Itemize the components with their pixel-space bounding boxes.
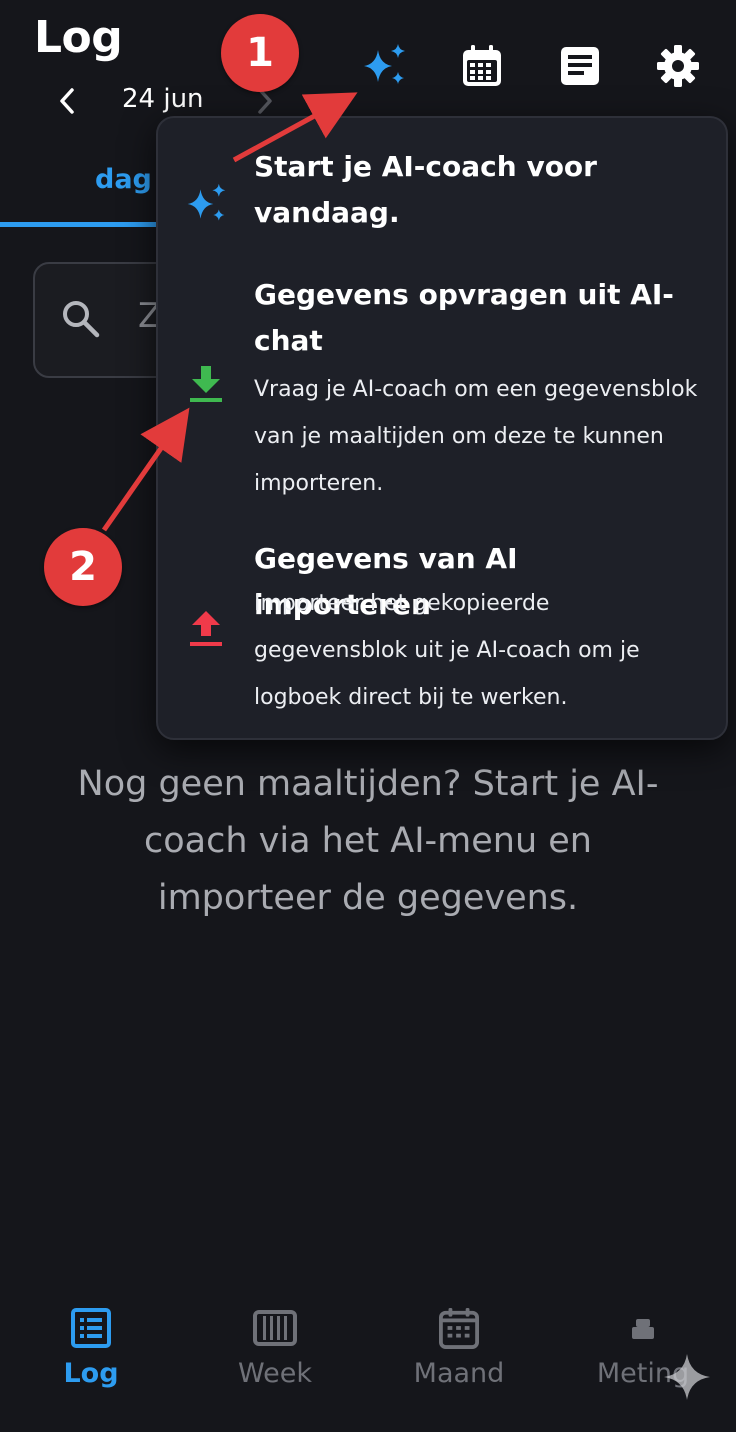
menu-item-start-ai-coach[interactable]: Start je AI-coach voor vandaag. xyxy=(158,138,726,248)
scale-icon xyxy=(621,1306,665,1350)
week-columns-icon xyxy=(253,1306,297,1350)
menu-item-description: Importeer het gekopieerde gegevensblok u… xyxy=(254,591,640,710)
bottom-nav-log[interactable]: Log xyxy=(16,1306,166,1389)
calendar-icon xyxy=(437,1306,481,1350)
menu-item-description: Vraag je AI-coach om een gegevensblok va… xyxy=(254,377,698,496)
menu-item-import-data[interactable]: Gegevens van AI importeren Importeer het… xyxy=(158,536,726,724)
current-date: 24 jun xyxy=(122,84,204,114)
page-title: Log xyxy=(34,12,123,63)
calendar-icon xyxy=(463,45,501,86)
bottom-nav-week[interactable]: Week xyxy=(200,1306,350,1389)
upload-icon xyxy=(184,606,228,650)
menu-item-title: Gegevens opvragen uit AI-chat xyxy=(254,278,674,357)
download-icon xyxy=(184,362,228,406)
sparkle-watermark-icon xyxy=(664,1354,710,1400)
gear-icon xyxy=(657,45,699,87)
notes-button[interactable] xyxy=(556,42,604,90)
ai-menu-button[interactable] xyxy=(360,42,408,90)
notes-icon xyxy=(561,47,599,85)
tab-dag[interactable]: dag xyxy=(95,164,152,195)
list-icon xyxy=(69,1306,113,1350)
bottom-nav-label: Maand xyxy=(413,1358,505,1389)
bottom-nav-label: Week xyxy=(238,1358,312,1389)
settings-button[interactable] xyxy=(654,42,702,90)
ai-menu-dropdown: Start je AI-coach voor vandaag. Gegevens… xyxy=(156,116,728,740)
chevron-left-icon xyxy=(60,88,74,114)
bottom-nav-maand[interactable]: Maand xyxy=(384,1306,534,1389)
menu-item-title: Start je AI-coach voor vandaag. xyxy=(254,150,597,229)
sparkles-icon xyxy=(184,182,228,226)
sparkles-icon xyxy=(364,44,405,84)
callout-badge-2: 2 xyxy=(44,528,122,606)
search-icon xyxy=(63,301,100,338)
callout-badge-1: 1 xyxy=(221,14,299,92)
calendar-button[interactable] xyxy=(458,42,506,90)
empty-state-message: Nog geen maaltijden? Start je AI-coach v… xyxy=(77,764,659,918)
active-tab-indicator xyxy=(0,222,160,227)
bottom-nav-label: Log xyxy=(63,1358,119,1389)
previous-day-button[interactable] xyxy=(52,84,82,118)
menu-item-request-data[interactable]: Gegevens opvragen uit AI-chat Vraag je A… xyxy=(158,272,726,504)
